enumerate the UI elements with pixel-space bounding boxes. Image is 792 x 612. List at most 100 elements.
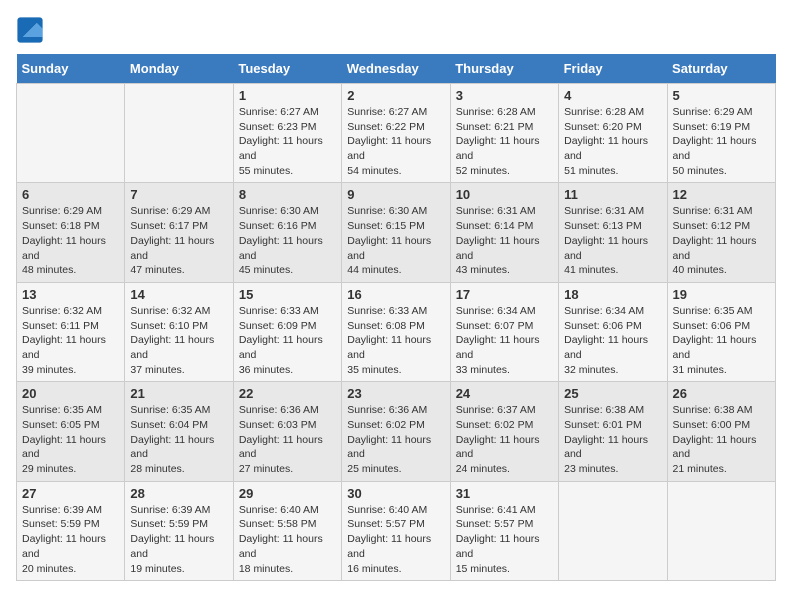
calendar-cell: 14 Sunrise: 6:32 AMSunset: 6:10 PMDayligh… bbox=[125, 282, 233, 381]
daylight-text: Daylight: 11 hours and bbox=[456, 433, 553, 462]
calendar-cell: 15Sunrise: 6:33 AMSunset: 6:09 PMDayligh… bbox=[233, 282, 341, 381]
sunset-text: Sunset: 6:03 PM bbox=[239, 418, 336, 433]
cell-info: Sunrise: 6:35 AMSunset: 6:06 PMDaylight:… bbox=[673, 304, 770, 377]
daylight-text: Daylight: 11 hours and bbox=[673, 333, 770, 362]
week-row-2: 13Sunrise: 6:32 AMSunset: 6:11 PMDayligh… bbox=[17, 282, 776, 381]
sunset-text: Sunset: 5:57 PM bbox=[347, 517, 444, 532]
day-number: 24 bbox=[456, 386, 553, 401]
sunset-text: Sunset: 6:09 PM bbox=[239, 319, 336, 334]
cell-info: Sunrise: 6:32 AMSunset: 6:11 PMDaylight:… bbox=[22, 304, 119, 377]
daylight-text: Daylight: 11 hours and bbox=[347, 234, 444, 263]
day-number: 25 bbox=[564, 386, 661, 401]
sunset-text: Sunset: 6:08 PM bbox=[347, 319, 444, 334]
calendar-cell bbox=[667, 481, 775, 580]
sunrise-text: Sunrise: 6:35 AM bbox=[130, 403, 227, 418]
sunrise-text: Sunrise: 6:36 AM bbox=[347, 403, 444, 418]
week-row-3: 20Sunrise: 6:35 AMSunset: 6:05 PMDayligh… bbox=[17, 382, 776, 481]
sunset-text: Sunset: 6:07 PM bbox=[456, 319, 553, 334]
sunrise-text: Sunrise: 6:38 AM bbox=[673, 403, 770, 418]
sunrise-text: Sunrise: 6:39 AM bbox=[22, 503, 119, 518]
sunrise-text: Sunrise: 6:40 AM bbox=[239, 503, 336, 518]
calendar-cell: 7 Sunrise: 6:29 AMSunset: 6:17 PMDaylight… bbox=[125, 183, 233, 282]
sunset-text: Sunset: 6:17 PM bbox=[130, 219, 227, 234]
cell-info: Sunrise: 6:37 AMSunset: 6:02 PMDaylight:… bbox=[456, 403, 553, 476]
sunrise-text: Sunrise: 6:30 AM bbox=[347, 204, 444, 219]
daylight-text: Daylight: 11 hours and bbox=[22, 433, 119, 462]
calendar-cell: 28Sunrise: 6:39 AMSunset: 5:59 PMDayligh… bbox=[125, 481, 233, 580]
daylight-text: Daylight: 11 hours and bbox=[564, 234, 661, 263]
daylight-text-2: 37 minutes. bbox=[130, 363, 227, 378]
cell-info: Sunrise: 6:29 AMSunset: 6:17 PMDaylight:… bbox=[130, 204, 227, 277]
daylight-text: Daylight: 11 hours and bbox=[564, 333, 661, 362]
day-number: 20 bbox=[22, 386, 119, 401]
daylight-text-2: 40 minutes. bbox=[673, 263, 770, 278]
cell-info: Sunrise: 6:38 AMSunset: 6:01 PMDaylight:… bbox=[564, 403, 661, 476]
sunset-text: Sunset: 6:04 PM bbox=[130, 418, 227, 433]
cell-info: Sunrise: 6:31 AMSunset: 6:12 PMDaylight:… bbox=[673, 204, 770, 277]
daylight-text: Daylight: 11 hours and bbox=[22, 333, 119, 362]
calendar-body: 1Sunrise: 6:27 AMSunset: 6:23 PMDaylight… bbox=[17, 84, 776, 581]
calendar-cell: 26Sunrise: 6:38 AMSunset: 6:00 PMDayligh… bbox=[667, 382, 775, 481]
cell-info: Sunrise: 6:40 AMSunset: 5:57 PMDaylight:… bbox=[347, 503, 444, 576]
sunset-text: Sunset: 6:21 PM bbox=[456, 120, 553, 135]
cell-info: Sunrise: 6:30 AMSunset: 6:16 PMDaylight:… bbox=[239, 204, 336, 277]
sunset-text: Sunset: 6:12 PM bbox=[673, 219, 770, 234]
day-number: 19 bbox=[673, 287, 770, 302]
sunset-text: Sunset: 6:23 PM bbox=[239, 120, 336, 135]
daylight-text: Daylight: 11 hours and bbox=[564, 134, 661, 163]
cell-info: Sunrise: 6:27 AMSunset: 6:22 PMDaylight:… bbox=[347, 105, 444, 178]
sunrise-text: Sunrise: 6:40 AM bbox=[347, 503, 444, 518]
daylight-text: Daylight: 11 hours and bbox=[673, 433, 770, 462]
calendar-cell: 22Sunrise: 6:36 AMSunset: 6:03 PMDayligh… bbox=[233, 382, 341, 481]
calendar-cell bbox=[17, 84, 125, 183]
daylight-text-2: 33 minutes. bbox=[456, 363, 553, 378]
calendar-cell: 3Sunrise: 6:28 AMSunset: 6:21 PMDaylight… bbox=[450, 84, 558, 183]
daylight-text-2: 54 minutes. bbox=[347, 164, 444, 179]
calendar-cell: 27Sunrise: 6:39 AMSunset: 5:59 PMDayligh… bbox=[17, 481, 125, 580]
daylight-text-2: 29 minutes. bbox=[22, 462, 119, 477]
daylight-text-2: 52 minutes. bbox=[456, 164, 553, 179]
sunset-text: Sunset: 5:59 PM bbox=[130, 517, 227, 532]
daylight-text: Daylight: 11 hours and bbox=[347, 532, 444, 561]
calendar-cell: 11Sunrise: 6:31 AMSunset: 6:13 PMDayligh… bbox=[559, 183, 667, 282]
daylight-text: Daylight: 11 hours and bbox=[130, 532, 227, 561]
header-cell-wednesday: Wednesday bbox=[342, 54, 450, 84]
daylight-text-2: 55 minutes. bbox=[239, 164, 336, 179]
cell-info: Sunrise: 6:31 AMSunset: 6:14 PMDaylight:… bbox=[456, 204, 553, 277]
sunset-text: Sunset: 6:10 PM bbox=[130, 319, 227, 334]
cell-info: Sunrise: 6:33 AMSunset: 6:09 PMDaylight:… bbox=[239, 304, 336, 377]
sunrise-text: Sunrise: 6:34 AM bbox=[564, 304, 661, 319]
day-number: 17 bbox=[456, 287, 553, 302]
daylight-text-2: 41 minutes. bbox=[564, 263, 661, 278]
cell-info: Sunrise: 6:32 AMSunset: 6:10 PMDaylight:… bbox=[130, 304, 227, 377]
daylight-text-2: 35 minutes. bbox=[347, 363, 444, 378]
sunset-text: Sunset: 6:14 PM bbox=[456, 219, 553, 234]
calendar-cell: 20Sunrise: 6:35 AMSunset: 6:05 PMDayligh… bbox=[17, 382, 125, 481]
sunrise-text: Sunrise: 6:39 AM bbox=[130, 503, 227, 518]
daylight-text-2: 44 minutes. bbox=[347, 263, 444, 278]
cell-info: Sunrise: 6:28 AMSunset: 6:20 PMDaylight:… bbox=[564, 105, 661, 178]
day-number: 14 bbox=[130, 287, 227, 302]
day-number: 23 bbox=[347, 386, 444, 401]
daylight-text: Daylight: 11 hours and bbox=[673, 134, 770, 163]
daylight-text-2: 27 minutes. bbox=[239, 462, 336, 477]
daylight-text: Daylight: 11 hours and bbox=[456, 134, 553, 163]
sunset-text: Sunset: 6:01 PM bbox=[564, 418, 661, 433]
header-cell-friday: Friday bbox=[559, 54, 667, 84]
sunrise-text: Sunrise: 6:36 AM bbox=[239, 403, 336, 418]
calendar-cell: 25 Sunrise: 6:38 AMSunset: 6:01 PMDayligh… bbox=[559, 382, 667, 481]
day-number: 30 bbox=[347, 486, 444, 501]
daylight-text-2: 19 minutes. bbox=[130, 562, 227, 577]
calendar-cell: 5Sunrise: 6:29 AMSunset: 6:19 PMDaylight… bbox=[667, 84, 775, 183]
day-number: 7 bbox=[130, 187, 227, 202]
day-number: 16 bbox=[347, 287, 444, 302]
cell-info: Sunrise: 6:36 AMSunset: 6:02 PMDaylight:… bbox=[347, 403, 444, 476]
daylight-text-2: 47 minutes. bbox=[130, 263, 227, 278]
sunset-text: Sunset: 6:05 PM bbox=[22, 418, 119, 433]
daylight-text-2: 51 minutes. bbox=[564, 164, 661, 179]
daylight-text: Daylight: 11 hours and bbox=[673, 234, 770, 263]
cell-info: Sunrise: 6:34 AMSunset: 6:07 PMDaylight:… bbox=[456, 304, 553, 377]
day-number: 27 bbox=[22, 486, 119, 501]
calendar-cell: 16Sunrise: 6:33 AMSunset: 6:08 PMDayligh… bbox=[342, 282, 450, 381]
cell-info: Sunrise: 6:29 AMSunset: 6:19 PMDaylight:… bbox=[673, 105, 770, 178]
